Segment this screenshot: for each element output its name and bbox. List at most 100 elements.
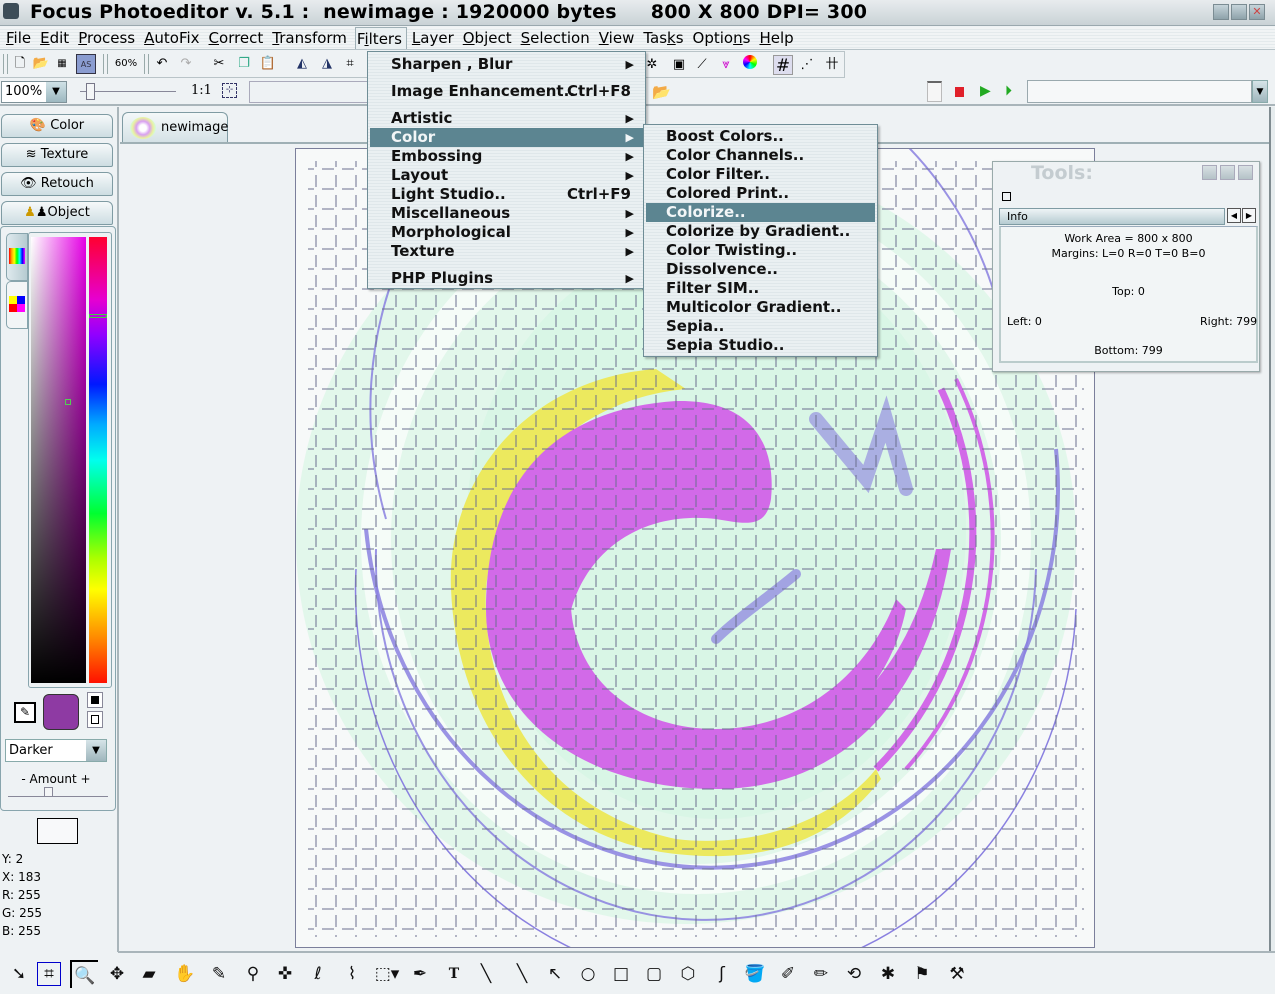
saturation-value-marker[interactable] — [65, 399, 71, 405]
open-macro-icon[interactable]: 📂 — [652, 83, 671, 101]
amount-slider-track[interactable] — [8, 793, 108, 797]
flip-vertical-icon[interactable]: ◮ — [317, 54, 337, 74]
color-select-tool[interactable]: ✎ — [205, 960, 233, 988]
copy-icon[interactable]: ❐ — [234, 54, 254, 74]
macro-input[interactable] — [1027, 80, 1252, 103]
zoom-60-button[interactable]: 60% — [113, 54, 139, 74]
color-submenu-item[interactable]: Colored Print.. — [646, 184, 875, 203]
rectangle-tool[interactable]: □ — [607, 960, 635, 988]
tab-retouch[interactable]: 👁 Retouch — [1, 172, 113, 196]
fit-to-window-icon[interactable]: ⊹ — [222, 83, 237, 98]
tab-object[interactable]: ♟♟Object — [1, 201, 113, 225]
zoom-ratio-button[interactable]: 1:1 — [191, 83, 212, 98]
filters-menu-item[interactable]: Miscellaneous ▶ — [370, 204, 643, 223]
magic-wand-tool[interactable]: ⚲ — [239, 960, 267, 988]
filters-menu-item[interactable]: Artistic ▶ — [370, 109, 643, 128]
filters-menu-item[interactable]: Color ▶ — [370, 128, 643, 147]
next-tab-button[interactable]: ▶ — [1242, 208, 1256, 223]
guides-icon[interactable]: ⋰ — [797, 55, 817, 75]
polygon-tool[interactable]: ⬡ — [674, 960, 702, 988]
stop-icon[interactable] — [955, 87, 964, 97]
background-swatch[interactable] — [87, 711, 103, 728]
zoom-select[interactable]: 100% ▼ — [1, 81, 67, 103]
tools-settings-tool[interactable]: ⚒ — [943, 960, 971, 988]
save-as-icon[interactable]: AS — [76, 54, 96, 74]
menu-options[interactable]: Options — [692, 27, 755, 49]
color-submenu-item[interactable]: Filter SIM.. — [646, 279, 875, 298]
line-tool[interactable]: ╲ — [508, 960, 536, 988]
menu-autofix[interactable]: AutoFix — [143, 27, 203, 49]
undo-icon[interactable]: ↶ — [152, 54, 172, 74]
tab-color[interactable]: 🎨 Color — [1, 114, 113, 138]
paste-icon[interactable]: 📋 — [258, 54, 278, 74]
color-submenu-item[interactable]: Colorize by Gradient.. — [646, 222, 875, 241]
curve-tool[interactable]: ʃ — [708, 960, 736, 988]
crop-tool[interactable]: ⌗ — [37, 962, 61, 986]
filters-menu-item[interactable]: Image Enhancement.. Ctrl+F8 — [370, 82, 643, 101]
pin-icon[interactable] — [1002, 192, 1011, 201]
spectrum-tab[interactable] — [6, 233, 28, 281]
rotate-object-tool[interactable]: ⟲ — [840, 960, 868, 988]
saturation-value-picker[interactable] — [31, 237, 86, 683]
menu-process[interactable]: Process — [77, 27, 139, 49]
open-folder-icon[interactable]: 📂 — [31, 54, 51, 74]
color-replace-tool[interactable]: ✐ — [774, 960, 802, 988]
color-submenu-item[interactable]: Color Channels.. — [646, 146, 875, 165]
amount-slider-thumb[interactable] — [44, 787, 53, 797]
arrow-tool[interactable]: ↖ — [541, 960, 569, 988]
gradient-brush-tool[interactable]: ✏ — [807, 960, 835, 988]
maximize-button[interactable] — [1231, 4, 1247, 20]
filters-menu-item[interactable]: Texture ▶ — [370, 242, 643, 261]
close-button[interactable]: ✕ — [1249, 4, 1265, 20]
crop-icon[interactable]: ⌗ — [340, 54, 360, 74]
tools-close-button[interactable] — [1238, 165, 1253, 180]
color-submenu-item[interactable]: Boost Colors.. — [646, 127, 875, 146]
flip-horizontal-icon[interactable]: ◭ — [292, 54, 312, 74]
move-tool[interactable]: ✥ — [103, 960, 131, 988]
info-tab[interactable]: Info — [999, 208, 1225, 225]
eyedropper-icon[interactable]: ✎ — [14, 702, 36, 723]
filters-menu-item[interactable]: Morphological ▶ — [370, 223, 643, 242]
hue-slider[interactable] — [89, 237, 107, 683]
cut-icon[interactable]: ✂ — [209, 54, 229, 74]
grid-settings-icon[interactable]: 卄 — [822, 55, 842, 75]
filters-menu-item[interactable]: PHP Plugins ▶ — [370, 269, 643, 288]
color-submenu-item[interactable]: Dissolvence.. — [646, 260, 875, 279]
menu-tasks[interactable]: Tasks — [642, 27, 687, 49]
lasso-tool[interactable]: ℓ — [304, 960, 332, 988]
fill-tool[interactable]: 🪣 — [741, 960, 769, 988]
color-wheel-icon[interactable] — [740, 55, 760, 75]
color-submenu-item[interactable]: Colorize.. — [646, 203, 875, 222]
current-color-swatch[interactable] — [43, 694, 79, 730]
new-file-icon[interactable]: 🗋 — [10, 54, 30, 74]
tools-minimize-button[interactable] — [1202, 165, 1217, 180]
filters-menu-item[interactable]: Embossing ▶ — [370, 147, 643, 166]
zoom-tool[interactable]: 🔍 — [70, 960, 98, 988]
menu-help[interactable]: Help — [758, 27, 797, 49]
menu-selection[interactable]: Selection — [520, 27, 594, 49]
curves-icon[interactable]: ⟋ — [692, 55, 712, 75]
effects-tool[interactable]: ✱ — [874, 960, 902, 988]
menu-file[interactable]: File — [5, 27, 35, 49]
zoom-slider-thumb[interactable] — [86, 83, 95, 100]
filters-menu-item[interactable]: Sharpen , Blur ▶ — [370, 55, 643, 74]
minimize-button[interactable] — [1213, 4, 1229, 20]
color-submenu-item[interactable]: Color Twisting.. — [646, 241, 875, 260]
eraser-tool[interactable]: ▰ — [135, 960, 163, 988]
prev-tab-button[interactable]: ◀ — [1227, 208, 1241, 223]
blend-mode-select[interactable]: Darker ▼ — [5, 739, 107, 762]
menu-transform[interactable]: Transform — [271, 27, 351, 49]
color-submenu-item[interactable]: Sepia.. — [646, 317, 875, 336]
chevron-down-icon[interactable]: ▼ — [1252, 80, 1268, 103]
menu-edit[interactable]: Edit — [39, 27, 73, 49]
hand-select-tool[interactable]: ✋ — [171, 960, 199, 988]
color-submenu-item[interactable]: Multicolor Gradient.. — [646, 298, 875, 317]
tab-texture[interactable]: ≋ Texture — [1, 143, 113, 167]
color-submenu-item[interactable]: Sepia Studio.. — [646, 336, 875, 355]
clone-tool[interactable]: ✜ — [271, 960, 299, 988]
tools-maximize-button[interactable] — [1220, 165, 1235, 180]
menu-view[interactable]: View — [598, 27, 639, 49]
eyedropper-tool[interactable]: ✒ — [406, 960, 434, 988]
color-levels-icon[interactable]: ⩔ — [716, 55, 736, 75]
play-step-icon[interactable]: ⏵ — [1005, 83, 1012, 99]
